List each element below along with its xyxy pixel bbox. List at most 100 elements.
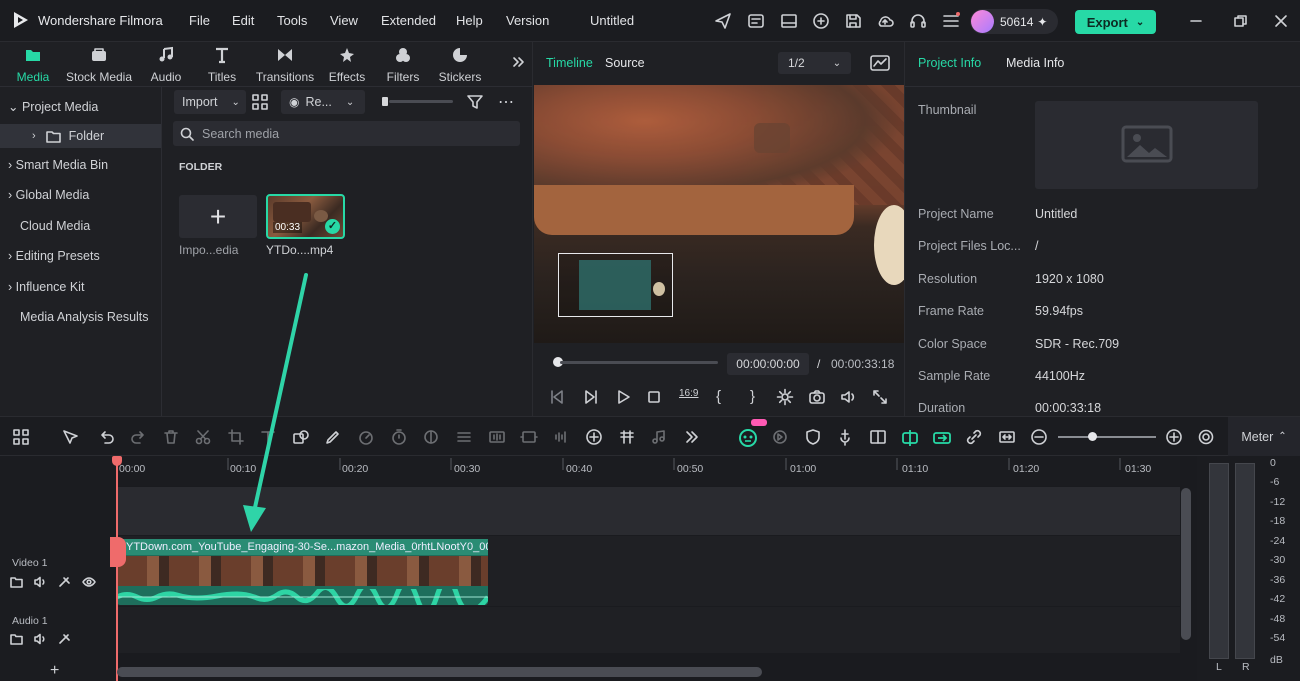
pen-icon[interactable] — [324, 428, 342, 446]
tab-transitions[interactable]: Transitions — [254, 46, 316, 84]
beat-sync-icon[interactable] — [618, 428, 636, 446]
hamburger-menu-icon[interactable] — [941, 11, 961, 31]
tab-stickers[interactable]: Stickers — [436, 46, 484, 84]
more-tools-icon[interactable] — [683, 428, 701, 446]
tab-effects[interactable]: Effects — [326, 46, 368, 84]
adjust-icon[interactable] — [455, 428, 473, 446]
shapes-icon[interactable] — [292, 428, 310, 446]
sidebar-item-cloud-media[interactable]: Cloud Media — [0, 214, 161, 238]
music-icon[interactable] — [650, 428, 668, 446]
mark-in-icon[interactable]: { — [716, 388, 734, 406]
thumbnail-size-handle[interactable] — [382, 97, 388, 106]
current-time[interactable]: 00:00:00:00 — [727, 353, 809, 375]
tab-timeline[interactable]: Timeline — [546, 56, 593, 70]
snapshot-camera-icon[interactable] — [808, 388, 826, 406]
tab-audio[interactable]: Audio — [145, 46, 187, 84]
fit-timeline-icon[interactable] — [998, 428, 1016, 446]
track-folder-icon[interactable] — [10, 576, 23, 588]
import-button[interactable]: Import ⌄ — [174, 90, 246, 114]
playhead-handle[interactable] — [112, 456, 122, 466]
cloud-upload-icon[interactable] — [875, 11, 895, 31]
share-icon[interactable] — [811, 11, 831, 31]
tab-stock-media[interactable]: Stock Media — [62, 46, 136, 84]
headset-icon[interactable] — [908, 11, 928, 31]
delete-icon[interactable] — [162, 428, 180, 446]
split-screen-icon[interactable] — [869, 428, 887, 446]
audio-detach-icon[interactable] — [553, 428, 571, 446]
crop-selection-box[interactable] — [558, 253, 673, 317]
zoom-out-icon[interactable] — [1030, 428, 1048, 446]
select-tool-icon[interactable] — [61, 428, 79, 446]
sidebar-item-editing-presets[interactable]: › Editing Presets — [0, 244, 161, 268]
meter-toggle[interactable]: Meter ⌃ — [1228, 417, 1300, 456]
import-media-tile[interactable]: + — [179, 195, 257, 238]
tab-media[interactable]: Media — [10, 46, 56, 84]
audio-track[interactable] — [0, 607, 1180, 653]
minimize-icon[interactable] — [1186, 11, 1206, 31]
sidebar-item-smart-media-bin[interactable]: › Smart Media Bin — [0, 153, 161, 177]
thumbnail-size-slider[interactable] — [389, 100, 453, 103]
vertical-scrollbar[interactable] — [1181, 488, 1191, 640]
play-icon[interactable] — [614, 388, 632, 406]
menu-version[interactable]: Version — [506, 0, 549, 42]
menu-view[interactable]: View — [330, 0, 358, 42]
qr-code-icon[interactable] — [252, 94, 268, 110]
preview-progress-track[interactable] — [560, 361, 718, 364]
empty-track[interactable] — [0, 487, 1180, 535]
track-eye-icon[interactable] — [82, 576, 96, 588]
speed-icon[interactable] — [357, 428, 375, 446]
timeline-settings-icon[interactable] — [1197, 428, 1215, 446]
video-preview[interactable] — [534, 85, 904, 343]
tab-media-info[interactable]: Media Info — [1006, 56, 1064, 70]
sidebar-item-project-media[interactable]: ⌄ Project Media — [0, 95, 161, 119]
track-lock-icon[interactable] — [58, 576, 71, 588]
crop-icon[interactable] — [227, 428, 245, 446]
horizontal-scrollbar[interactable] — [117, 667, 762, 677]
close-icon[interactable] — [1271, 11, 1291, 31]
track-audio-icon[interactable] — [34, 633, 47, 645]
track-folder-icon[interactable] — [10, 633, 23, 645]
previous-frame-icon[interactable] — [548, 388, 566, 406]
settings-icon[interactable] — [776, 388, 794, 406]
layout-icon[interactable] — [779, 11, 799, 31]
track-lock-icon[interactable] — [58, 633, 71, 645]
link-clips-icon[interactable] — [932, 428, 951, 446]
menu-tools[interactable]: Tools — [277, 0, 307, 42]
tab-titles[interactable]: Titles — [202, 46, 242, 84]
layout-grid-icon[interactable] — [12, 428, 30, 446]
record-button[interactable]: ◉ Re... ⌄ — [281, 90, 365, 114]
redo-icon[interactable] — [130, 428, 148, 446]
menu-file[interactable]: File — [189, 0, 210, 42]
add-track-button[interactable]: + — [50, 662, 59, 680]
stop-icon[interactable] — [645, 388, 663, 406]
shield-icon[interactable] — [804, 428, 822, 446]
timer-icon[interactable] — [390, 428, 408, 446]
tab-project-info[interactable]: Project Info — [918, 56, 981, 70]
sidebar-item-influence-kit[interactable]: › Influence Kit — [0, 275, 161, 299]
preview-quality-select[interactable]: 1/2 ⌄ — [778, 52, 851, 74]
menu-help[interactable]: Help — [456, 0, 483, 42]
playhead[interactable] — [116, 456, 118, 681]
scopes-icon[interactable] — [870, 54, 890, 72]
expand-tabs-icon[interactable] — [511, 55, 525, 69]
more-options-icon[interactable]: ⋯ — [498, 92, 514, 112]
export-button[interactable]: Export ⌄ — [1075, 10, 1156, 34]
ai-copilot-icon[interactable] — [738, 428, 757, 447]
undo-icon[interactable] — [97, 428, 115, 446]
send-icon[interactable] — [713, 11, 733, 31]
sidebar-item-folder[interactable]: › Folder — [0, 124, 161, 148]
auto-reframe-icon[interactable] — [771, 428, 789, 446]
text-tool-icon[interactable] — [259, 428, 277, 446]
filter-icon[interactable] — [466, 93, 484, 111]
avatar[interactable] — [971, 10, 994, 33]
media-icon[interactable] — [746, 11, 766, 31]
sidebar-item-media-analysis-results[interactable]: Media Analysis Results — [0, 305, 161, 329]
menu-edit[interactable]: Edit — [232, 0, 254, 42]
sidebar-item-global-media[interactable]: › Global Media — [0, 183, 161, 207]
aspect-ratio-button[interactable]: 16:9 — [679, 388, 703, 406]
credits-badge[interactable]: 50614 ✦ — [970, 9, 1058, 34]
unlink-icon[interactable] — [965, 428, 983, 446]
zoom-slider-handle[interactable] — [1088, 432, 1097, 441]
color-match-icon[interactable] — [422, 428, 440, 446]
tab-filters[interactable]: Filters — [384, 46, 422, 84]
